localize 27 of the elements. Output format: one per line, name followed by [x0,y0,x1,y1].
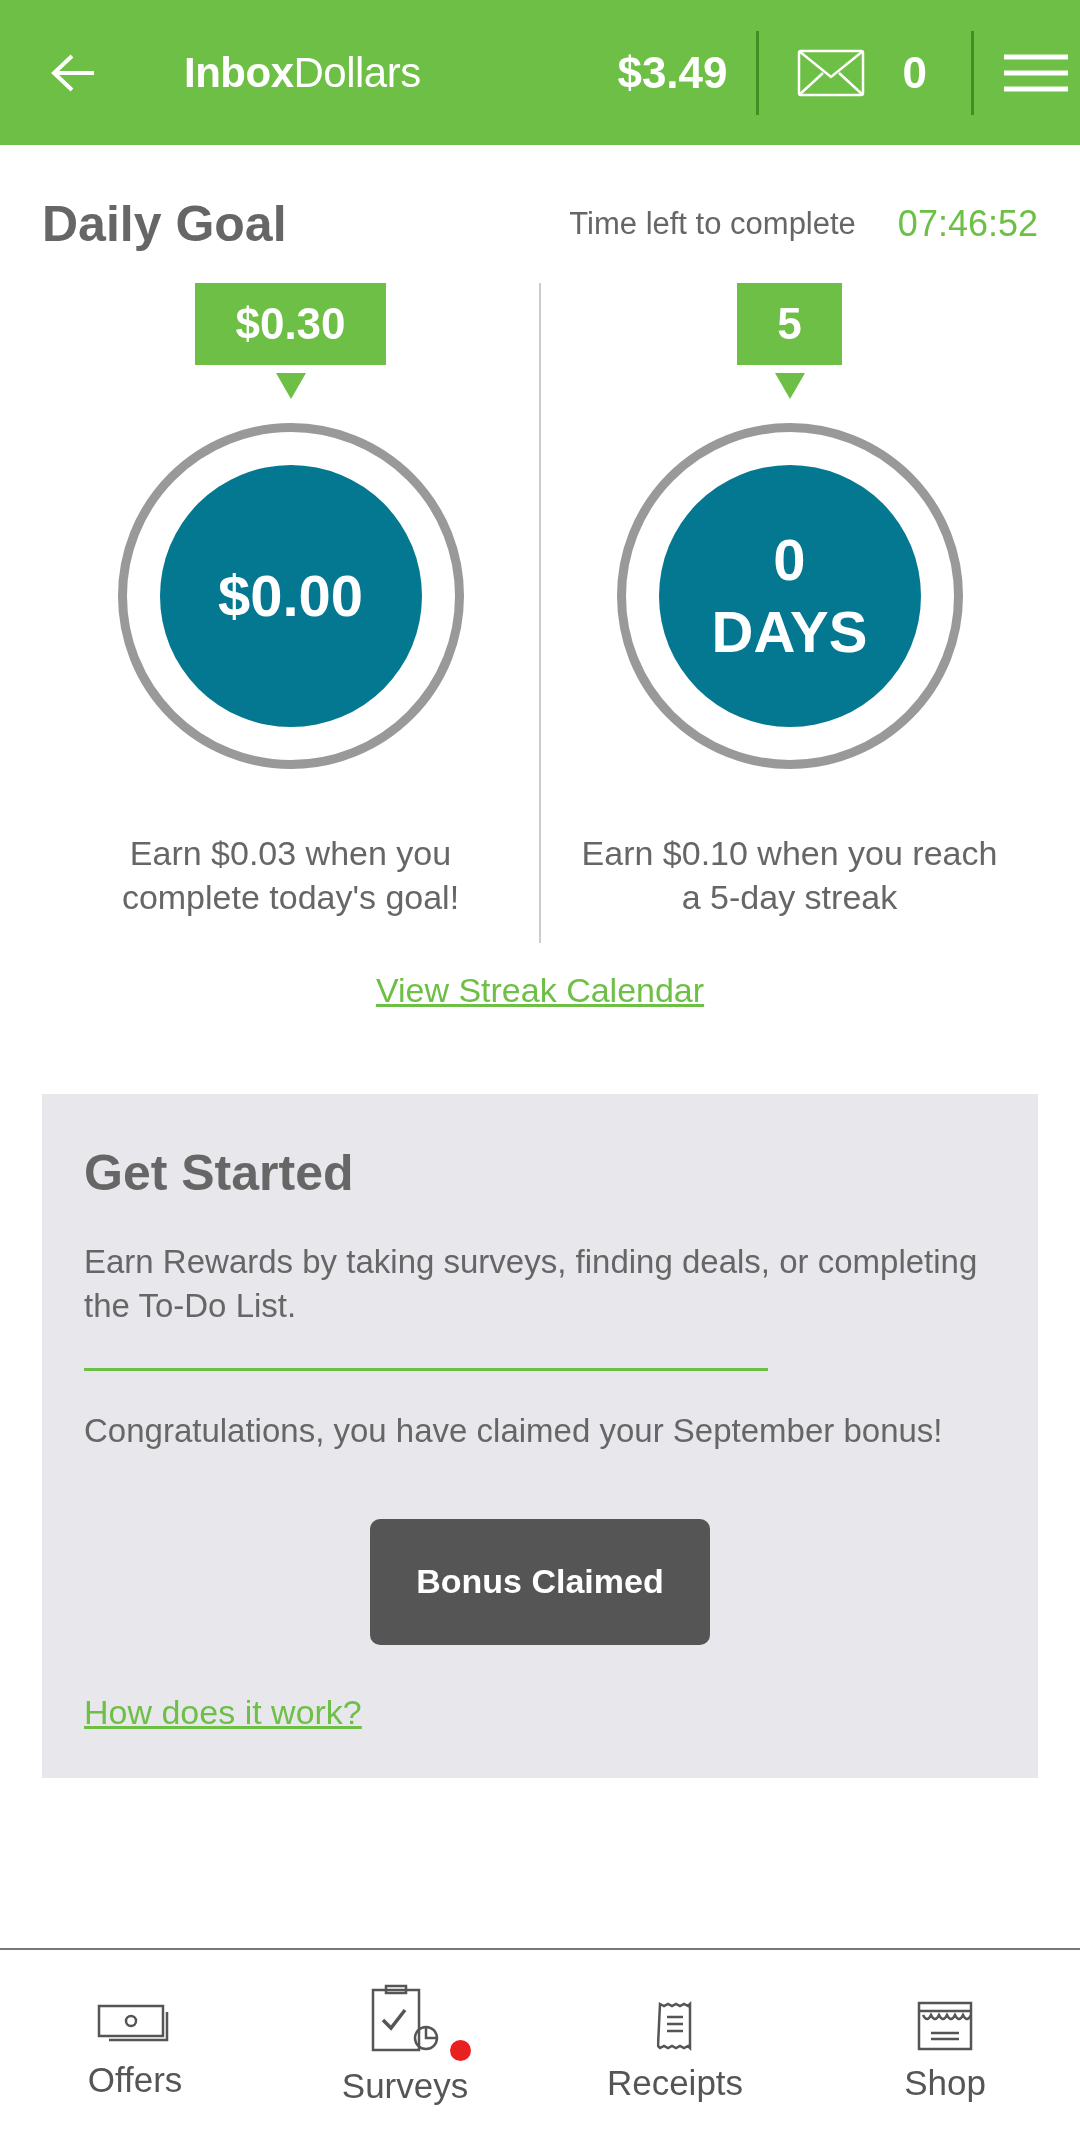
balance: $3.49 [617,47,729,98]
message-count: 0 [902,47,927,98]
section-title: Daily Goal [42,195,287,253]
pointer-icon [774,373,805,399]
back-arrow-icon[interactable] [50,52,96,93]
envelope-icon[interactable] [796,48,865,97]
pointer-icon [275,373,306,399]
menu-icon[interactable] [1004,53,1068,92]
goal-target-badge: $0.30 [195,283,386,365]
nav-tab[interactable]: Offers [0,1950,270,2140]
nav-tab[interactable]: Shop [810,1950,1080,2140]
clipboard-icon [370,1983,440,2054]
goal-target-badge: 5 [737,283,842,365]
logo: InboxDollars [184,48,421,97]
nav-tab[interactable]: Surveys [270,1950,540,2140]
card-text: Earn Rewards by taking surveys, finding deals, or completing the To-Do List. [84,1242,979,1326]
bonus-message: Congratulations, you have claimed your September bonus! [84,1410,944,1451]
goal-caption: Earn $0.10 when you reach a 5-day streak [580,833,999,919]
goal-caption: Earn $0.03 when you complete today's goal! [120,833,461,919]
storefront-icon [917,2000,973,2051]
progress-value: $0.00 [159,465,422,727]
countdown-timer: 07:46:52 [897,203,1038,245]
card-title: Get Started [84,1144,355,1202]
time-left-label: Time left to complete [569,206,856,242]
nav-tab[interactable]: Receipts [540,1950,810,2140]
progress-value: 0 DAYS [658,465,921,727]
receipt-icon [657,2000,693,2051]
